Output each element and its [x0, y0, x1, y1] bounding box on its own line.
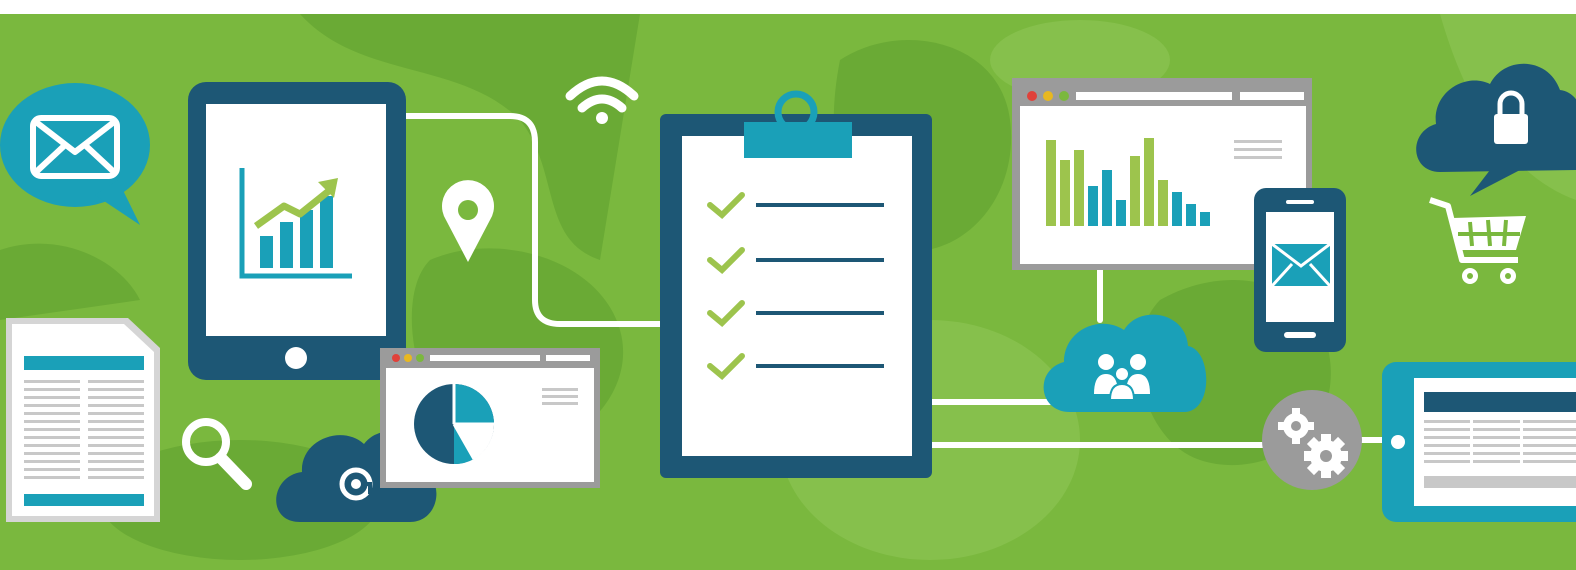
gear-icon [1262, 390, 1362, 490]
clipboard-checklist-icon [660, 90, 932, 478]
document-icon [6, 318, 160, 522]
illustration-canvas [0, 14, 1576, 570]
tablet-growth-chart-icon [188, 82, 406, 380]
pie-chart [414, 384, 495, 465]
smartphone-email-icon [1254, 188, 1346, 352]
hero-banner [0, 0, 1576, 570]
browser-pie-chart-icon [380, 348, 600, 488]
tablet-table-icon [1382, 362, 1576, 522]
